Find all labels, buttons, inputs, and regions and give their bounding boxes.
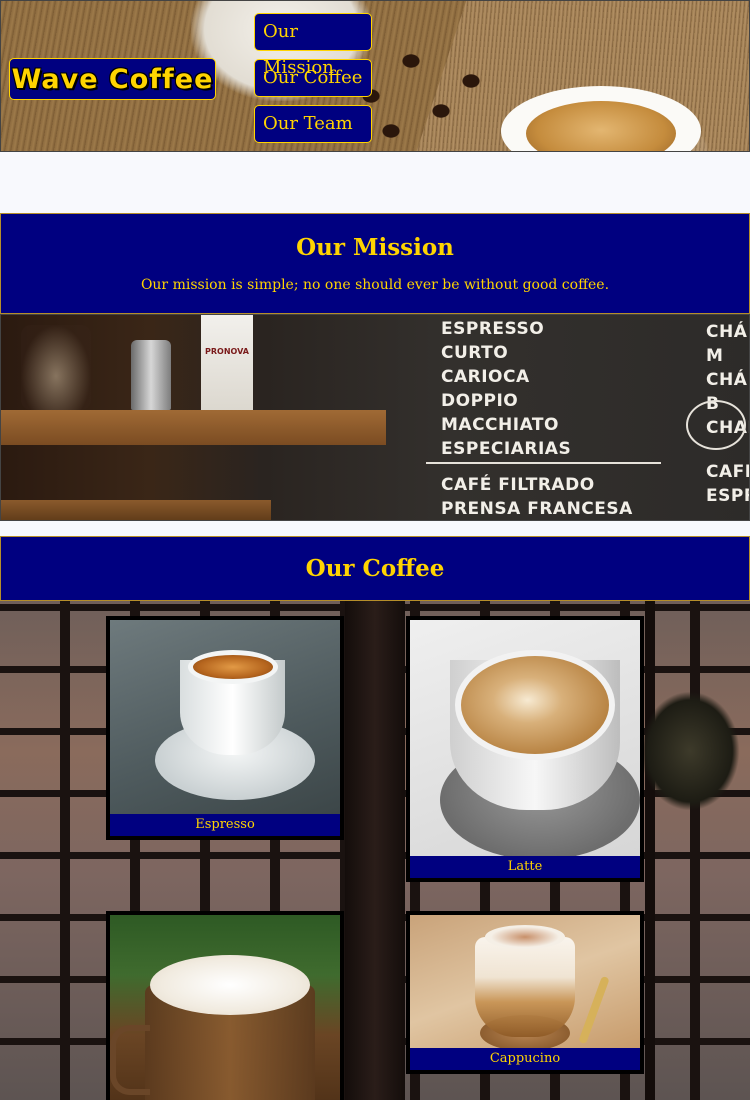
coffee-caption: Latte [410,856,640,878]
mug-handle [110,1025,150,1095]
shelf [1,500,271,520]
coffee-gallery-background: Espresso Latte Cappucino [0,601,750,1100]
coffee-caption: Cappucino [410,1048,640,1070]
window-frame [645,601,655,1100]
mission-text: Our mission is simple; no one should eve… [140,277,610,293]
grinder-image [131,340,171,410]
coffee-title: Our Coffee [305,555,445,582]
chalk-circle [686,400,746,450]
logo-text: Wave Coffee [11,63,214,95]
chalk-divider [426,462,661,464]
espresso-crema [188,650,278,684]
coffee-card-espresso[interactable]: Espresso [106,616,344,840]
chalk-item: CARIOCA [441,367,530,387]
glassware-image [21,325,91,410]
nav-our-coffee[interactable]: Our Coffee [254,59,372,97]
chalk-item: ESPECIARIAS [441,439,572,459]
chalk-item: CHÁ M [706,322,748,366]
espresso-photo [110,620,340,814]
chalk-item: ESPR [706,486,749,506]
site-logo[interactable]: Wave Coffee [9,58,216,100]
window-frame [345,601,405,1100]
chalk-item: PRENSA FRANCESA [441,499,633,519]
header-banner: Wave Coffee Our Mission Our Coffee Our T… [0,0,750,152]
coffee-card-cappuccino[interactable]: Cappucino [406,911,644,1074]
cappuccino-photo [410,915,640,1048]
nav-our-mission[interactable]: Our Mission [254,13,372,78]
coffee-card-mocha[interactable] [106,911,344,1100]
latte-photo [410,620,640,856]
whipped-cream [150,955,310,1015]
glass-cup [475,937,575,1037]
mission-section: Our Mission Our mission is simple; no on… [0,213,750,314]
hanging-plant [640,691,740,811]
chalk-menu-list: ESPRESSO CURTO CARIOCA DOPPIO MACCHIATO … [441,317,571,461]
coffee-caption: Espresso [110,814,340,836]
bag-label: PRONOVA [205,347,249,356]
mocha-photo [110,915,340,1100]
chalk-item: CURTO [441,343,509,363]
chalk-item: MACCHIATO [441,415,559,435]
chalk-menu-list-lower: CAFÉ FILTRADO PRENSA FRANCESA [441,473,633,520]
chalk-item: ESPRESSO [441,319,545,339]
nav-our-team[interactable]: Our Team [254,105,372,143]
chalk-menu-right-lower: CAFÉ ESPR [706,460,749,508]
foam-cinnamon [485,925,565,949]
mission-title: Our Mission [296,234,454,261]
menu-board-image: PRONOVA ESPRESSO CURTO CARIOCA DOPPIO MA… [0,314,750,521]
chalk-item: CAFÉ FILTRADO [441,475,595,495]
chalk-item: DOPPIO [441,391,519,411]
coffee-card-latte[interactable]: Latte [406,616,644,882]
coffee-bag-image: PRONOVA [201,315,253,410]
shelf [1,410,386,445]
chalk-item: CAFÉ [706,462,749,482]
latte-art [455,650,615,760]
spoon [578,975,610,1045]
main-nav: Our Mission Our Coffee Our Team [254,13,372,151]
coffee-section-header: Our Coffee [0,536,750,601]
